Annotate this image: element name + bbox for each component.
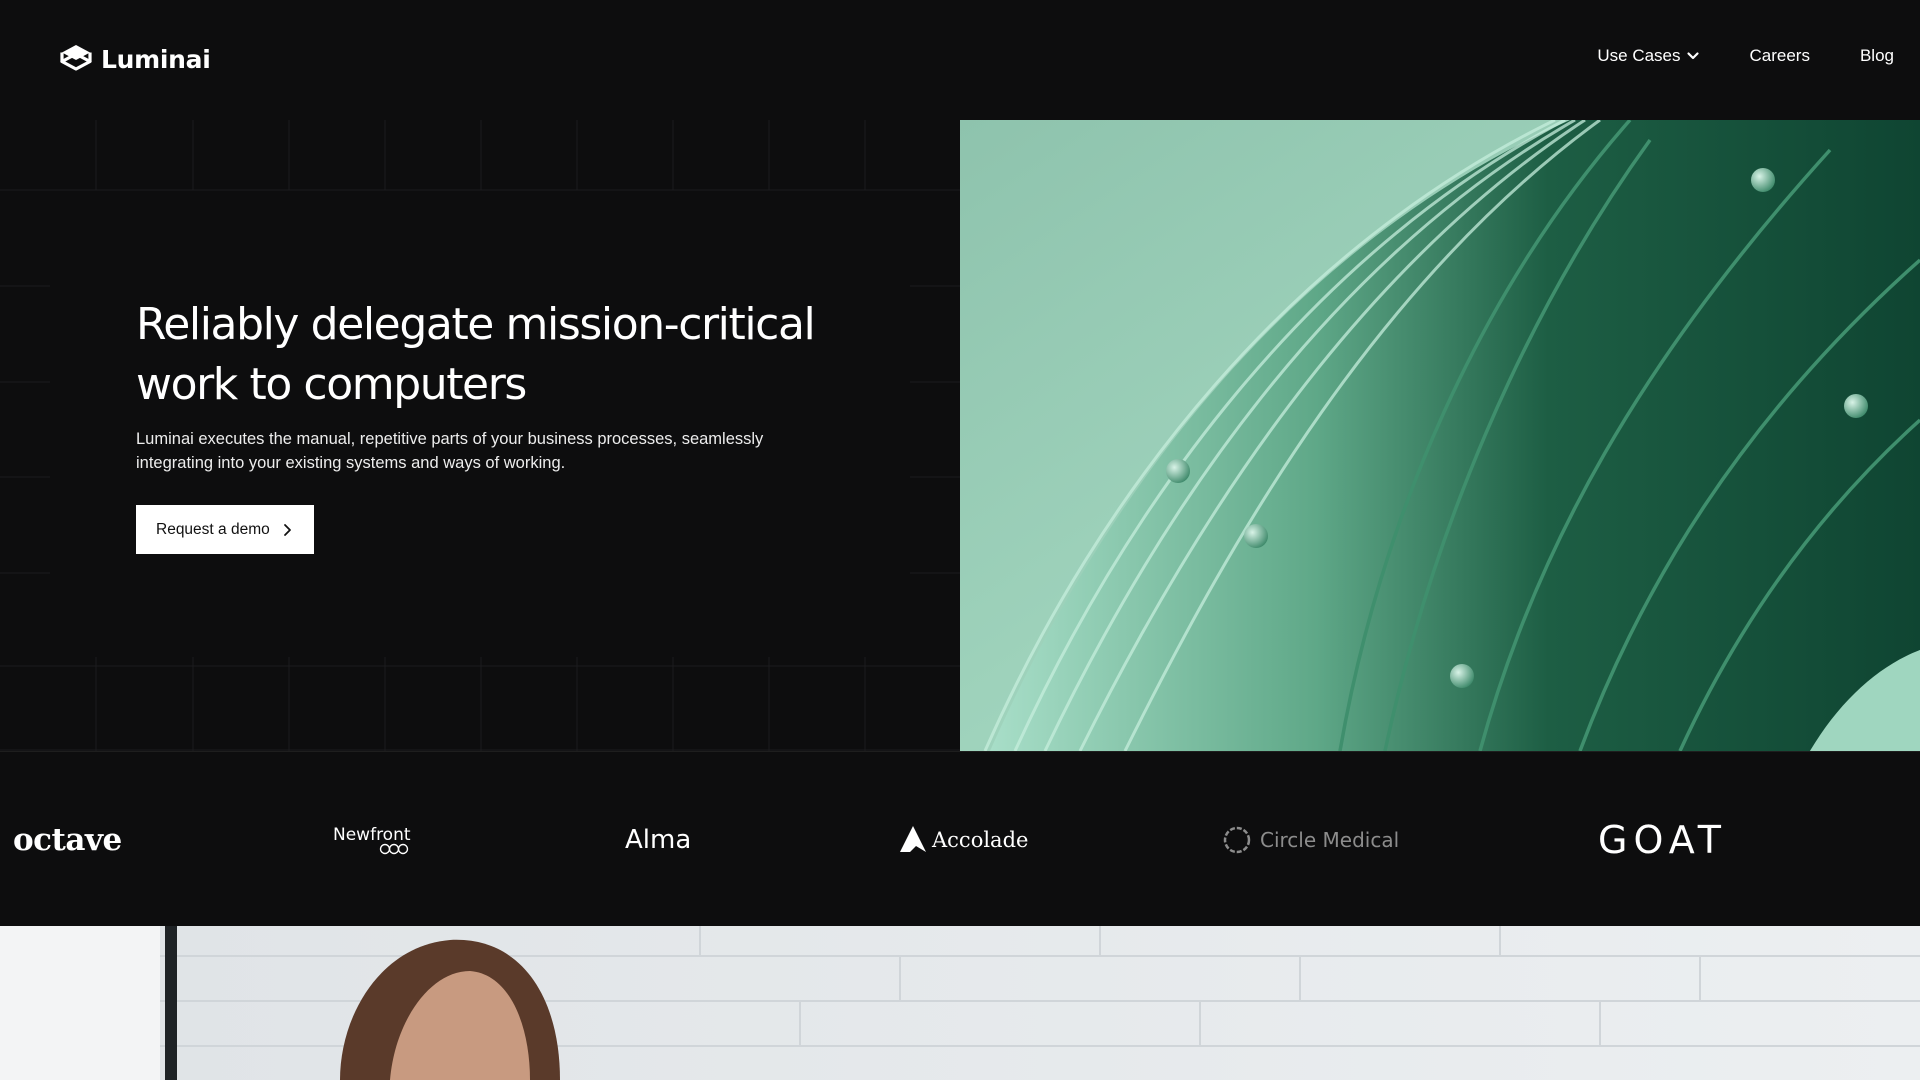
customer-logo-text: Accolade [932, 827, 1029, 852]
customer-logo-octave: octave [13, 752, 122, 927]
request-demo-button[interactable]: Request a demo [136, 505, 314, 554]
hero-title: Reliably delegate mission-critical work … [136, 295, 836, 415]
customer-logo-text: GOAT [1598, 817, 1727, 862]
nav-item-careers[interactable]: Careers [1750, 46, 1810, 66]
hero-subtitle-line: integrating into your existing systems a… [136, 454, 566, 472]
nav-item-label: Blog [1859, 46, 1894, 65]
customer-logo-accolade: Accolade [898, 752, 1028, 927]
customer-logo-text: Circle Medical [1260, 827, 1400, 852]
customer-logo-text: Newfront [333, 824, 411, 845]
hero-subtitle: Luminai executes the manual, repetitive … [136, 427, 816, 475]
nav-item-blog[interactable]: Blog [1860, 46, 1894, 66]
hero-content: Reliably delegate mission-critical work … [136, 295, 836, 554]
person-at-desk-image [0, 926, 1920, 1080]
green-ring-sculpture-image [960, 120, 1920, 751]
workplace-photo [0, 926, 1920, 1080]
hero-title-line: work to computers [136, 359, 527, 410]
site-header: Luminai Use Cases Careers Blog [0, 0, 1920, 120]
brand-name: Luminai [101, 44, 211, 74]
main-nav: Use Cases Careers Blog [1597, 46, 1894, 66]
hero-title-line: Reliably delegate mission-critical [136, 299, 816, 350]
nav-item-label: Careers [1749, 46, 1810, 65]
customer-logo-text: Alma [625, 824, 692, 855]
rings-icon [379, 843, 408, 854]
customer-logos-strip: octave Newfront Alma Accolade Circle Med… [0, 751, 1920, 926]
customer-logo-newfront: Newfront [333, 752, 411, 927]
nav-item-use-cases[interactable]: Use Cases [1597, 46, 1699, 66]
hero-text-panel: Reliably delegate mission-critical work … [0, 120, 960, 751]
request-demo-label: Request a demo [156, 520, 270, 538]
chevron-right-icon [283, 523, 291, 536]
layers-logo-icon [60, 45, 92, 71]
customer-logo-goat: GOAT [1598, 752, 1727, 927]
hero-section: Reliably delegate mission-critical work … [0, 120, 1920, 751]
chevron-down-icon [1686, 52, 1699, 60]
accolade-mark-icon [900, 825, 926, 852]
customer-logo-text: octave [13, 821, 122, 858]
customer-logo-alma: Alma [625, 752, 691, 927]
circle-medical-mark-icon [1223, 826, 1251, 853]
nav-item-label: Use Cases [1597, 46, 1681, 65]
hero-artwork [960, 120, 1920, 751]
customer-logo-circle-medical: Circle Medical [1222, 752, 1399, 927]
brand-logo-link[interactable]: Luminai [59, 42, 211, 76]
hero-subtitle-line: Luminai executes the manual, repetitive … [136, 430, 764, 448]
